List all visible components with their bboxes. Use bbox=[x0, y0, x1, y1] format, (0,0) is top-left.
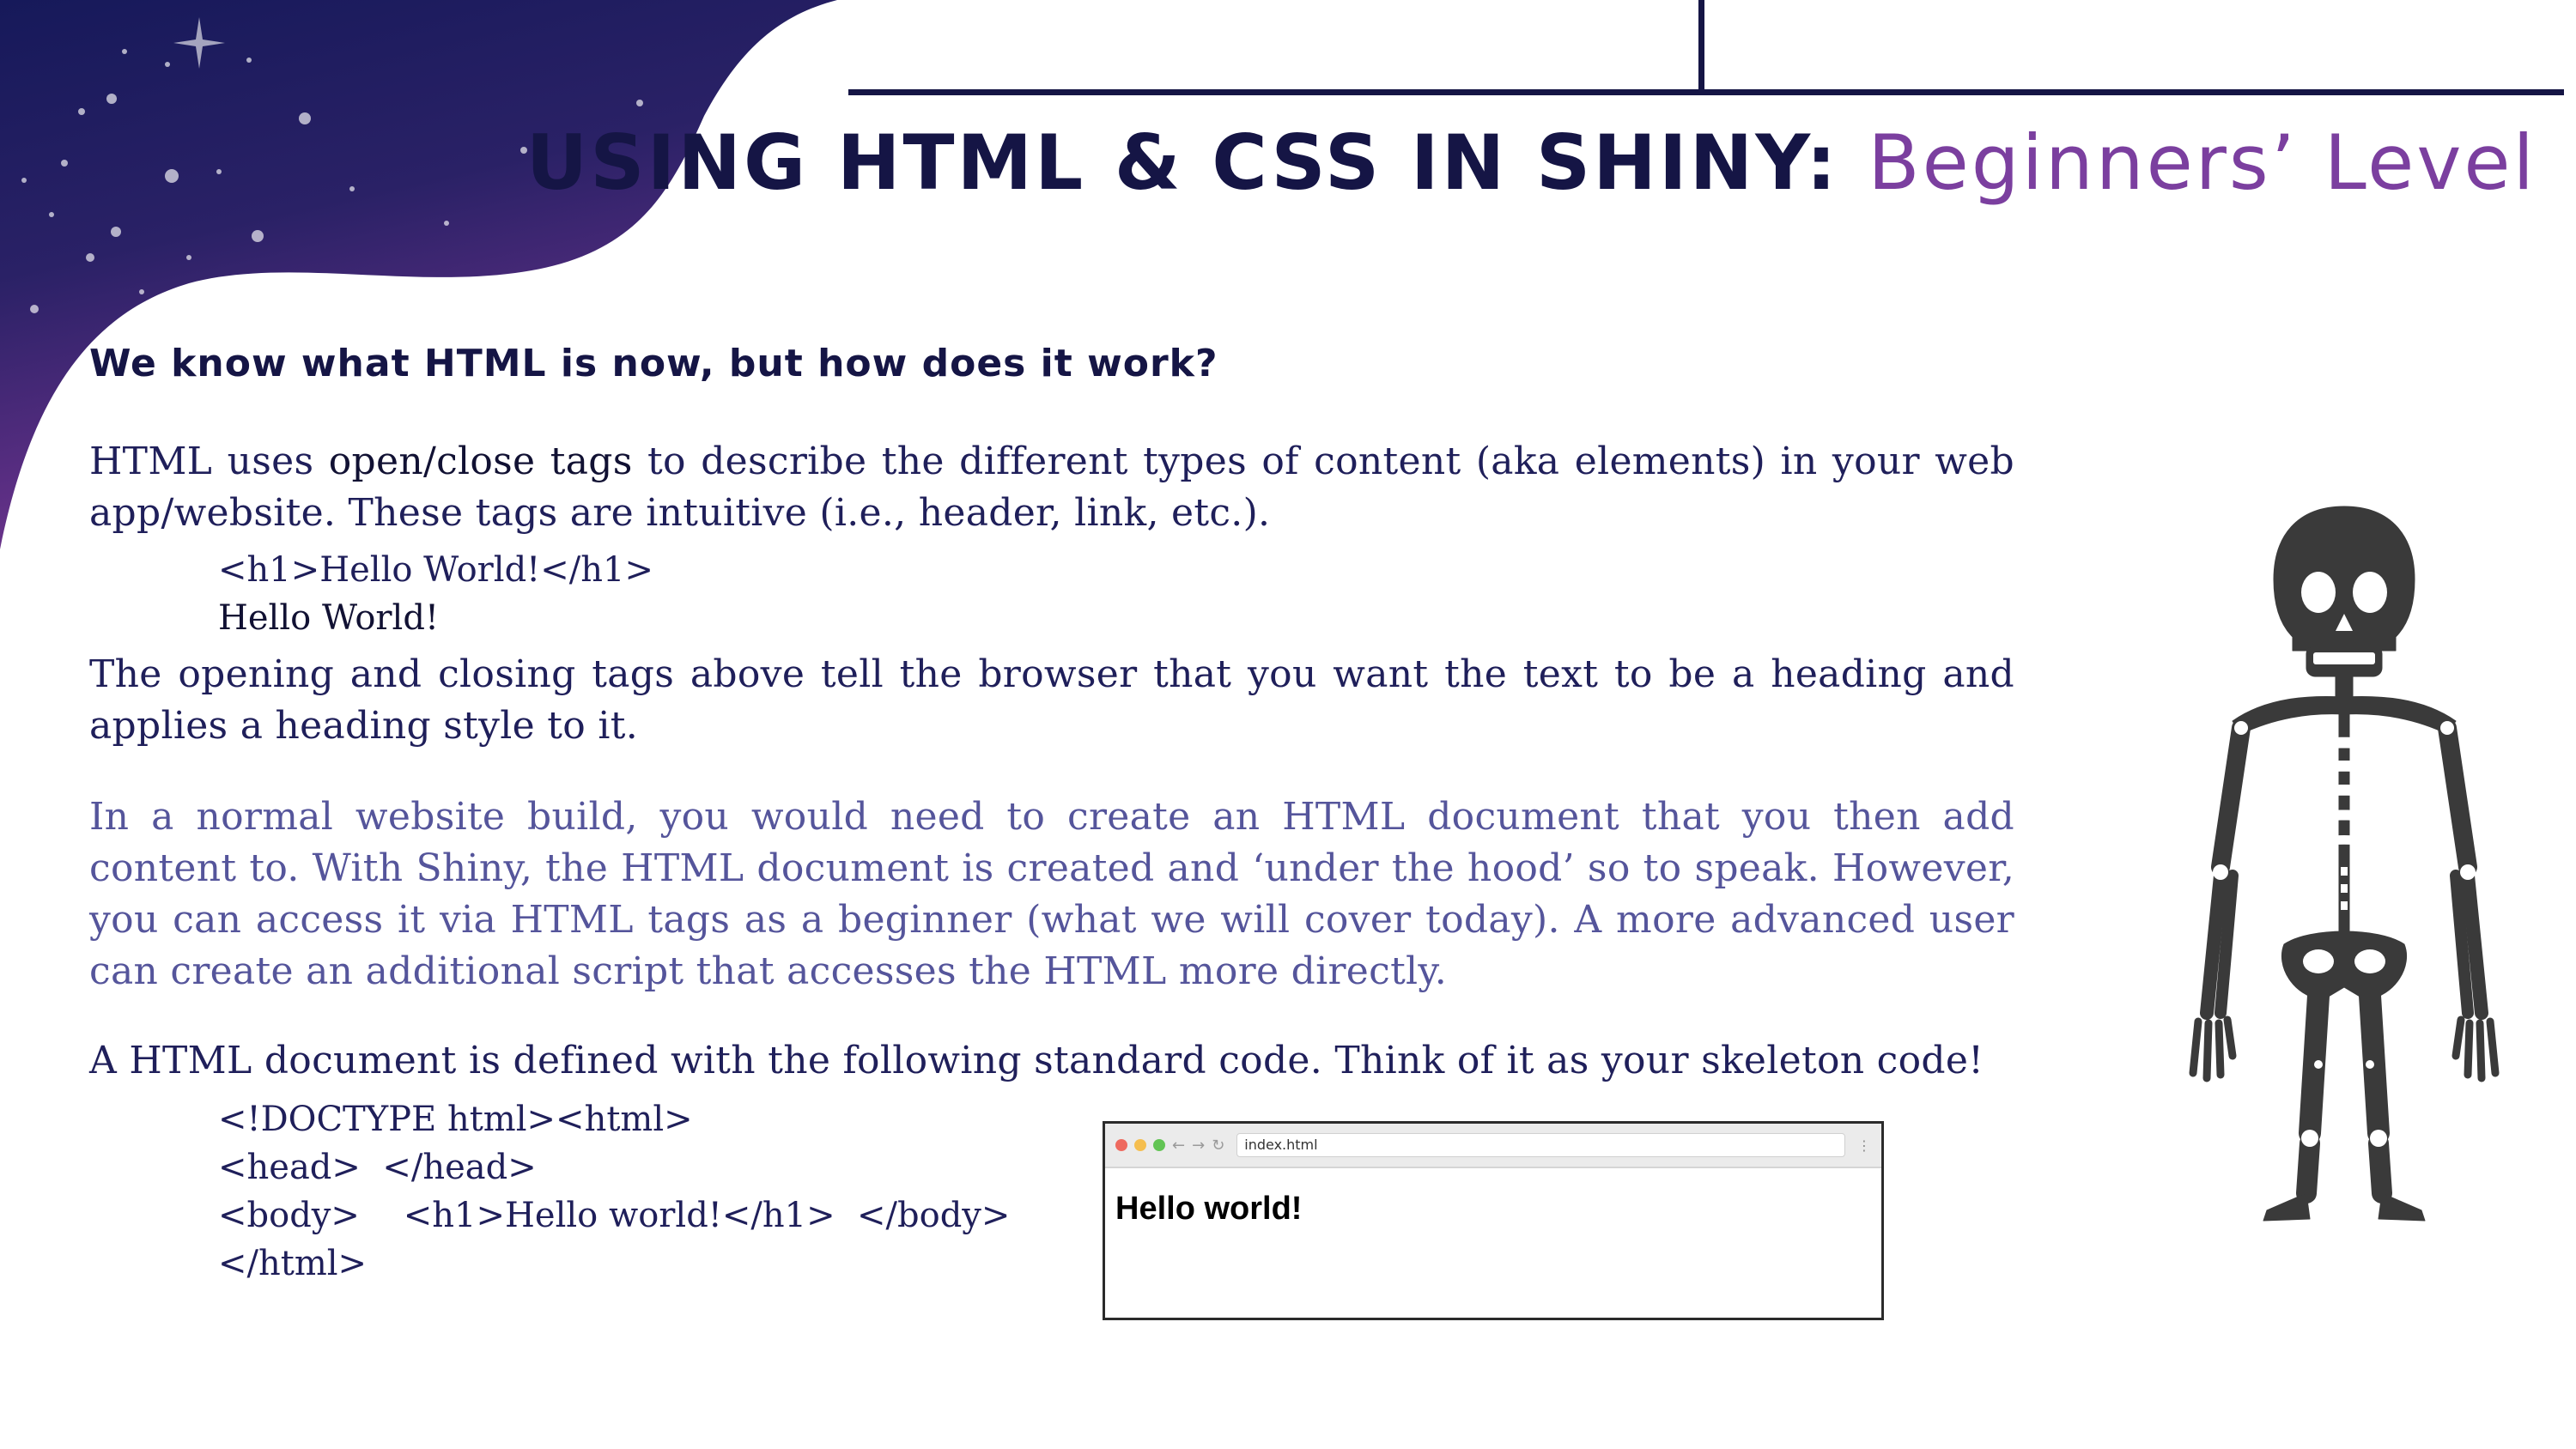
intro-text-start: HTML uses bbox=[89, 440, 329, 483]
skeleton-intro-paragraph: A HTML document is defined with the foll… bbox=[89, 1039, 1984, 1082]
slide-title: USING HTML & CSS IN SHINY: Beginners’ Le… bbox=[526, 125, 2537, 201]
slide-title-accent: Beginners’ Level bbox=[1868, 118, 2537, 207]
maximize-dot-icon bbox=[1153, 1139, 1165, 1151]
example-output: Hello World! bbox=[218, 598, 440, 638]
skeleton-code-line: <body> <h1>Hello world!</h1> </body> bbox=[218, 1196, 1011, 1235]
shiny-html-paragraph: In a normal website build, you would nee… bbox=[89, 795, 2014, 993]
slide: USING HTML & CSS IN SHINY: Beginners’ Le… bbox=[0, 0, 2576, 1449]
skeleton-code-line: <!DOCTYPE html><html> bbox=[218, 1100, 693, 1139]
close-dot-icon bbox=[1115, 1139, 1127, 1151]
intro-emphasis: open/close tags bbox=[328, 440, 633, 483]
skeleton-illustration bbox=[2189, 506, 2500, 1222]
heading-explanation-paragraph: The opening and closing tags above tell … bbox=[89, 652, 2014, 748]
slide-title-main: USING HTML & CSS IN SHINY: bbox=[526, 118, 1839, 207]
menu-dots-icon: ⋮ bbox=[1857, 1137, 1871, 1154]
browser-preview: ← → ↻ index.html ⋮ Hello world! bbox=[1103, 1121, 1884, 1320]
intro-paragraph: HTML uses open/close tags to describe th… bbox=[89, 436, 2014, 539]
example-code: <h1>Hello World!</h1> bbox=[218, 550, 653, 590]
minimize-dot-icon bbox=[1134, 1139, 1146, 1151]
header-divider bbox=[848, 89, 2564, 95]
address-bar: index.html bbox=[1236, 1133, 1845, 1157]
reload-icon: ↻ bbox=[1212, 1136, 1225, 1155]
header-divider-vertical bbox=[1698, 0, 1704, 93]
skeleton-code-line: </html> bbox=[218, 1244, 368, 1283]
browser-page-heading: Hello world! bbox=[1115, 1191, 1303, 1227]
browser-toolbar: ← → ↻ index.html ⋮ bbox=[1105, 1124, 1881, 1168]
back-arrow-icon: ← bbox=[1172, 1136, 1186, 1155]
forward-arrow-icon: → bbox=[1192, 1136, 1206, 1155]
section-heading: We know what HTML is now, but how does i… bbox=[89, 342, 1218, 385]
skeleton-code-line: <head> </head> bbox=[218, 1148, 537, 1187]
